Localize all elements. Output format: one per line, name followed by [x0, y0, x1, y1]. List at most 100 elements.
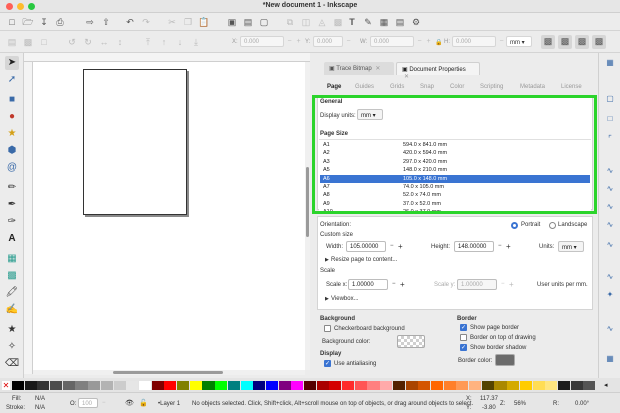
pencil-tool-icon[interactable]: ✏ [5, 181, 19, 195]
cut-icon[interactable]: ✂ [166, 16, 178, 28]
palette-menu-icon[interactable]: ◂ [604, 381, 614, 390]
select-all-icon[interactable]: ▤ [6, 36, 18, 48]
selector-tool-icon[interactable]: ➤ [5, 56, 19, 70]
color-swatch[interactable] [354, 381, 367, 390]
h-input[interactable]: 0.000 [452, 36, 496, 47]
text-tool-side-icon[interactable]: A [5, 232, 19, 246]
clone-icon[interactable]: ◫ [300, 16, 312, 28]
color-swatch[interactable] [557, 381, 570, 390]
resize-to-content-link[interactable]: Resize page to content... [331, 257, 397, 263]
color-swatch[interactable] [164, 381, 177, 390]
zoom-drawing-icon[interactable]: ▤ [242, 16, 254, 28]
color-swatch[interactable] [24, 381, 37, 390]
color-swatch[interactable] [443, 381, 456, 390]
color-swatch[interactable] [418, 381, 431, 390]
x-decrement[interactable]: − [285, 36, 294, 47]
color-swatch[interactable] [342, 381, 355, 390]
color-swatch[interactable] [291, 381, 304, 390]
height-increment[interactable]: + [506, 242, 511, 251]
color-swatch[interactable] [545, 381, 558, 390]
viewbox-link[interactable]: Viewbox... [331, 296, 359, 302]
scale-x-input[interactable]: 1.00000 [348, 279, 388, 290]
color-swatch[interactable] [430, 381, 444, 390]
color-swatch[interactable] [278, 381, 291, 390]
paint-bucket-tool-icon[interactable]: ✍ [5, 303, 19, 317]
snap-smooth-icon[interactable]: ∿ [604, 219, 616, 231]
horizontal-scrollbar[interactable] [33, 370, 305, 375]
snap-center-icon[interactable]: ∿ [604, 271, 616, 283]
color-swatch[interactable] [253, 381, 266, 390]
color-swatch[interactable] [507, 381, 520, 390]
scale-y-input[interactable]: 1.00000 [457, 279, 497, 290]
mesh-tool-icon[interactable]: ▩ [5, 269, 19, 283]
background-color-button[interactable] [397, 335, 425, 348]
color-swatch[interactable] [113, 381, 126, 390]
snap-nodes-icon[interactable]: ∿ [604, 165, 616, 177]
opacity-input[interactable]: 100 [78, 398, 98, 408]
export-icon[interactable]: ⇧ [100, 16, 112, 28]
color-swatch[interactable] [469, 381, 482, 390]
subtab-guides[interactable]: Guides [355, 84, 374, 90]
x-increment[interactable]: + [294, 36, 303, 47]
flip-vertical-icon[interactable]: ↕ [114, 36, 126, 48]
rectangle-tool-icon[interactable]: ■ [5, 93, 19, 107]
subtab-color[interactable]: Color [450, 84, 464, 90]
move-gradients-toggle-icon[interactable]: ▩ [575, 35, 589, 49]
width-increment[interactable]: + [398, 242, 403, 251]
width-input[interactable]: 105.00000 [346, 241, 386, 252]
color-swatch[interactable] [12, 381, 25, 390]
snap-intersection-icon[interactable]: ∿ [604, 201, 616, 213]
snap-corners-icon[interactable]: ⌜ [604, 133, 616, 145]
color-swatch[interactable] [151, 381, 164, 390]
x-input[interactable]: 0.000 [240, 36, 284, 47]
portrait-radio[interactable] [511, 222, 518, 229]
close-tab-icon[interactable]: ✕ [375, 66, 380, 72]
color-swatch[interactable] [456, 381, 469, 390]
tab-trace-bitmap[interactable]: ▣ Trace Bitmap ✕ [324, 62, 394, 75]
subtab-grids[interactable]: Grids [390, 84, 404, 90]
group-icon[interactable]: ▩ [332, 16, 344, 28]
open-file-icon[interactable]: 🗁 [22, 16, 34, 28]
color-swatch[interactable] [189, 381, 202, 390]
show-border-checkbox[interactable]: ✓ [460, 324, 467, 331]
checkerboard-checkbox[interactable] [324, 325, 331, 332]
snap-paths-icon[interactable]: ∿ [604, 183, 616, 195]
snap-toggle-icon[interactable]: ▦ [604, 57, 616, 69]
color-swatch[interactable] [304, 381, 317, 390]
color-swatch[interactable] [240, 381, 253, 390]
border-on-top-checkbox[interactable] [460, 334, 467, 341]
layer-lock-icon[interactable]: 🔓 [139, 399, 148, 407]
calligraphy-tool-icon[interactable]: ✑ [5, 215, 19, 229]
antialiasing-checkbox[interactable]: ✓ [324, 360, 331, 367]
lower-bottom-icon[interactable]: ⤓ [190, 36, 202, 48]
gradient-tool-icon[interactable]: ▦ [5, 252, 19, 266]
color-swatch[interactable] [126, 381, 139, 390]
preferences-icon[interactable]: ⚙ [410, 16, 422, 28]
raise-icon[interactable]: ↑ [158, 36, 170, 48]
color-swatch[interactable] [570, 381, 583, 390]
color-swatch[interactable] [62, 381, 75, 390]
rotate-value[interactable]: 0.00° [575, 401, 589, 407]
color-swatch[interactable] [316, 381, 329, 390]
color-swatch[interactable] [100, 381, 113, 390]
color-swatch[interactable] [138, 381, 152, 390]
color-swatch[interactable] [519, 381, 532, 390]
width-decrement[interactable]: − [390, 243, 394, 249]
border-shadow-checkbox[interactable]: ✓ [460, 344, 467, 351]
ellipse-tool-icon[interactable]: ● [5, 110, 19, 124]
flip-horizontal-icon[interactable]: ↔ [98, 36, 110, 48]
w-input[interactable]: 0.000 [370, 36, 414, 47]
color-swatch[interactable] [380, 381, 393, 390]
dropper-tool-icon[interactable]: 🖍 [5, 286, 19, 300]
subtab-metadata[interactable]: Metadata [520, 84, 545, 90]
import-icon[interactable]: ⇨ [84, 16, 96, 28]
unit-select[interactable]: mm ▾ [506, 36, 532, 47]
color-swatch[interactable] [50, 381, 63, 390]
color-swatch[interactable] [532, 381, 545, 390]
zoom-value[interactable]: 56% [514, 401, 526, 407]
color-swatch[interactable] [88, 381, 101, 390]
deselect-icon[interactable]: □ [38, 36, 50, 48]
color-swatch[interactable] [177, 381, 190, 390]
w-decrement[interactable]: − [415, 36, 424, 47]
snap-rotation-icon[interactable]: ✦ [604, 289, 616, 301]
